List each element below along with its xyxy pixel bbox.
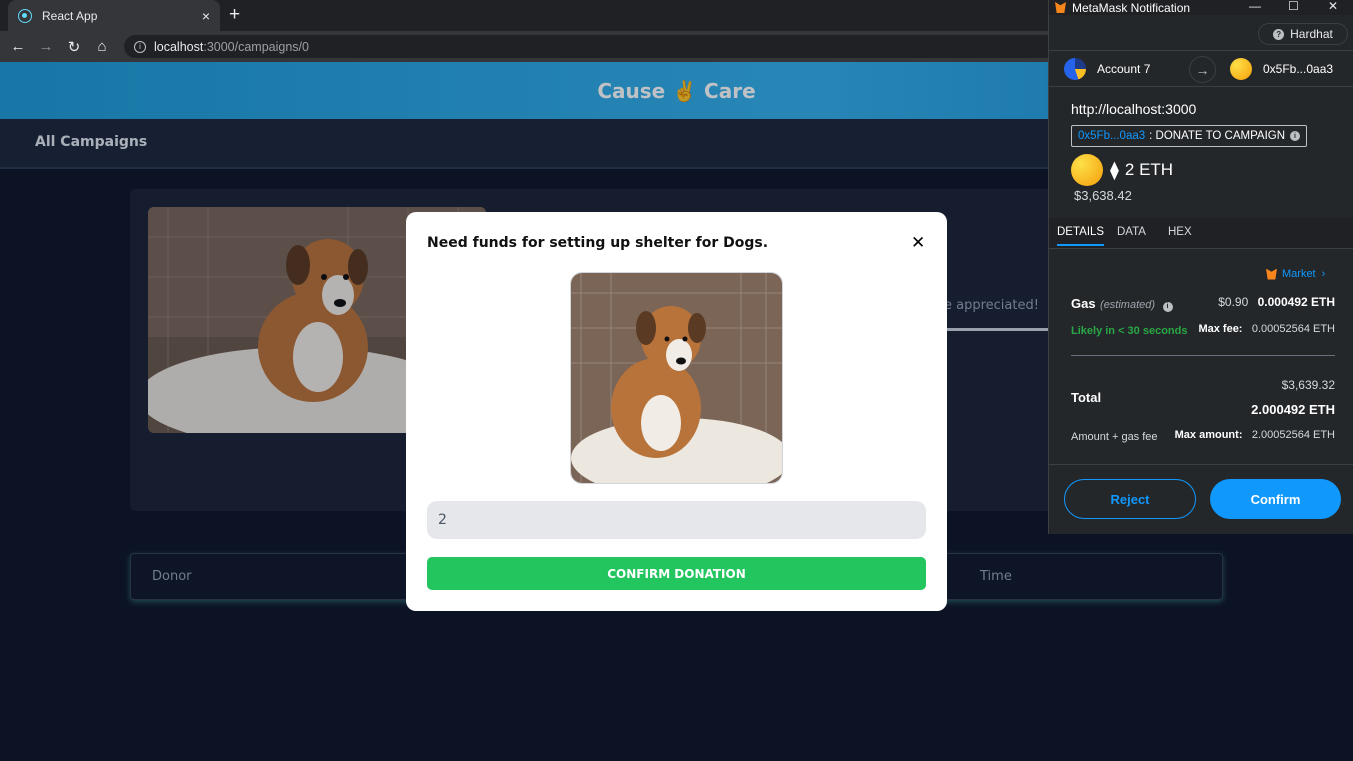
method-info-icon[interactable]: i	[1290, 131, 1301, 141]
total-label: Total	[1071, 390, 1102, 405]
total-eth: 2.000492 ETH	[1251, 402, 1335, 417]
modal-title: Need funds for setting up shelter for Do…	[427, 235, 769, 251]
new-tab-button[interactable]: +	[229, 4, 240, 26]
metamask-tabs: DETAILS DATA HEX	[1049, 218, 1353, 249]
gas-estimated-label: (estimated)	[1100, 299, 1156, 311]
gas-timing-row: Likely in < 30 seconds Max fee: 0.000525…	[1071, 321, 1335, 337]
gas-market-selector[interactable]: Market ›	[1266, 268, 1325, 280]
reload-icon[interactable]: ↻	[60, 38, 88, 56]
gas-eth: 0.000492 ETH	[1257, 295, 1335, 309]
donation-amount-input[interactable]: 2	[427, 501, 926, 539]
metamask-fox-icon	[1055, 2, 1066, 13]
market-fox-icon	[1266, 268, 1277, 280]
gas-label: Gas	[1071, 296, 1096, 311]
contract-address[interactable]: 0x5Fb...0aa3	[1078, 130, 1145, 142]
gas-row: Gas (estimated) i $0.90 0.000492 ETH	[1071, 295, 1335, 313]
contract-method: : DONATE TO CAMPAIGN	[1149, 130, 1286, 142]
gas-values: $0.90 0.000492 ETH	[1218, 295, 1335, 309]
max-fee: Max fee: 0.00052564 ETH	[1198, 321, 1335, 335]
footer-divider	[1049, 464, 1353, 465]
ethereum-icon: ⧫	[1110, 159, 1119, 180]
contract-method-pill[interactable]: 0x5Fb...0aa3 : DONATE TO CAMPAIGN i	[1071, 125, 1308, 147]
eth-amount: 2 ETH	[1124, 160, 1174, 179]
details-divider	[1071, 355, 1335, 356]
gas-usd: $0.90	[1218, 295, 1249, 309]
recipient-avatar	[1071, 154, 1103, 186]
close-icon[interactable]: ✕	[911, 233, 925, 253]
transaction-value: ⧫ 2 ETH	[1071, 154, 1173, 186]
metamask-title-bar: MetaMask Notification — ☐ ✕	[1049, 0, 1353, 15]
home-icon[interactable]: ⌂	[88, 38, 116, 55]
reject-button[interactable]: Reject	[1064, 479, 1196, 519]
max-amount-row: Amount + gas fee Max amount: 2.00052564 …	[1071, 427, 1335, 443]
metamask-window-title: MetaMask Notification	[1072, 0, 1191, 15]
url-path: :3000/campaigns/0	[203, 39, 309, 54]
arrow-right-icon: →	[1189, 56, 1216, 83]
chevron-right-icon: ›	[1321, 268, 1326, 280]
browser-tab[interactable]: React App ×	[8, 0, 220, 31]
max-fee-label: Max fee:	[1198, 323, 1243, 335]
max-amount-label: Max amount:	[1174, 429, 1243, 441]
tab-hex[interactable]: HEX	[1168, 226, 1192, 238]
tab-title: React App	[42, 8, 98, 23]
forward-arrow-icon[interactable]: →	[32, 38, 60, 55]
site-info-icon[interactable]: i	[134, 40, 146, 53]
network-help-icon: ?	[1273, 28, 1285, 40]
url-host: localhost	[154, 39, 204, 54]
metamask-window: MetaMask Notification — ☐ ✕ ? Hardhat Ac…	[1048, 0, 1353, 534]
minimize-icon[interactable]: —	[1249, 0, 1261, 13]
total-usd: $3,639.32	[1281, 378, 1335, 392]
react-favicon-icon	[18, 8, 32, 23]
account-row: Account 7 → 0x5Fb...0aa3	[1049, 50, 1353, 87]
tab-details[interactable]: DETAILS	[1057, 226, 1105, 246]
tab-data[interactable]: DATA	[1117, 226, 1146, 238]
url-input[interactable]: i localhost:3000/campaigns/0	[124, 35, 1124, 58]
to-address: 0x5Fb...0aa3	[1263, 62, 1334, 76]
max-amount: Max amount: 2.00052564 ETH	[1175, 427, 1335, 441]
request-origin: http://localhost:3000	[1071, 101, 1197, 117]
from-account-name: Account 7	[1097, 62, 1151, 76]
likely-time: Likely in < 30 seconds	[1071, 325, 1188, 337]
tab-close-icon[interactable]: ×	[202, 8, 210, 24]
to-account-avatar	[1230, 58, 1252, 80]
maximize-icon[interactable]: ☐	[1288, 0, 1299, 13]
donation-modal: Need funds for setting up shelter for Do…	[406, 212, 947, 611]
window-close-icon[interactable]: ✕	[1328, 0, 1338, 13]
from-account-avatar	[1064, 58, 1086, 80]
max-fee-value: 0.00052564 ETH	[1251, 323, 1335, 335]
network-name: Hardhat	[1290, 27, 1333, 41]
back-arrow-icon[interactable]: ←	[4, 38, 32, 55]
confirm-button[interactable]: Confirm	[1210, 479, 1341, 519]
amount-gas-label: Amount + gas fee	[1071, 431, 1158, 443]
market-label: Market	[1282, 268, 1316, 280]
confirm-donation-button[interactable]: CONFIRM DONATION	[427, 557, 926, 590]
modal-campaign-image	[570, 272, 783, 484]
usd-amount: $3,638.42	[1074, 188, 1132, 203]
gas-info-icon[interactable]: i	[1162, 302, 1173, 312]
max-amount-value: 2.00052564 ETH	[1251, 429, 1335, 441]
network-selector[interactable]: ? Hardhat	[1258, 23, 1348, 45]
total-row: Total $3,639.32 2.000492 ETH	[1071, 378, 1335, 418]
